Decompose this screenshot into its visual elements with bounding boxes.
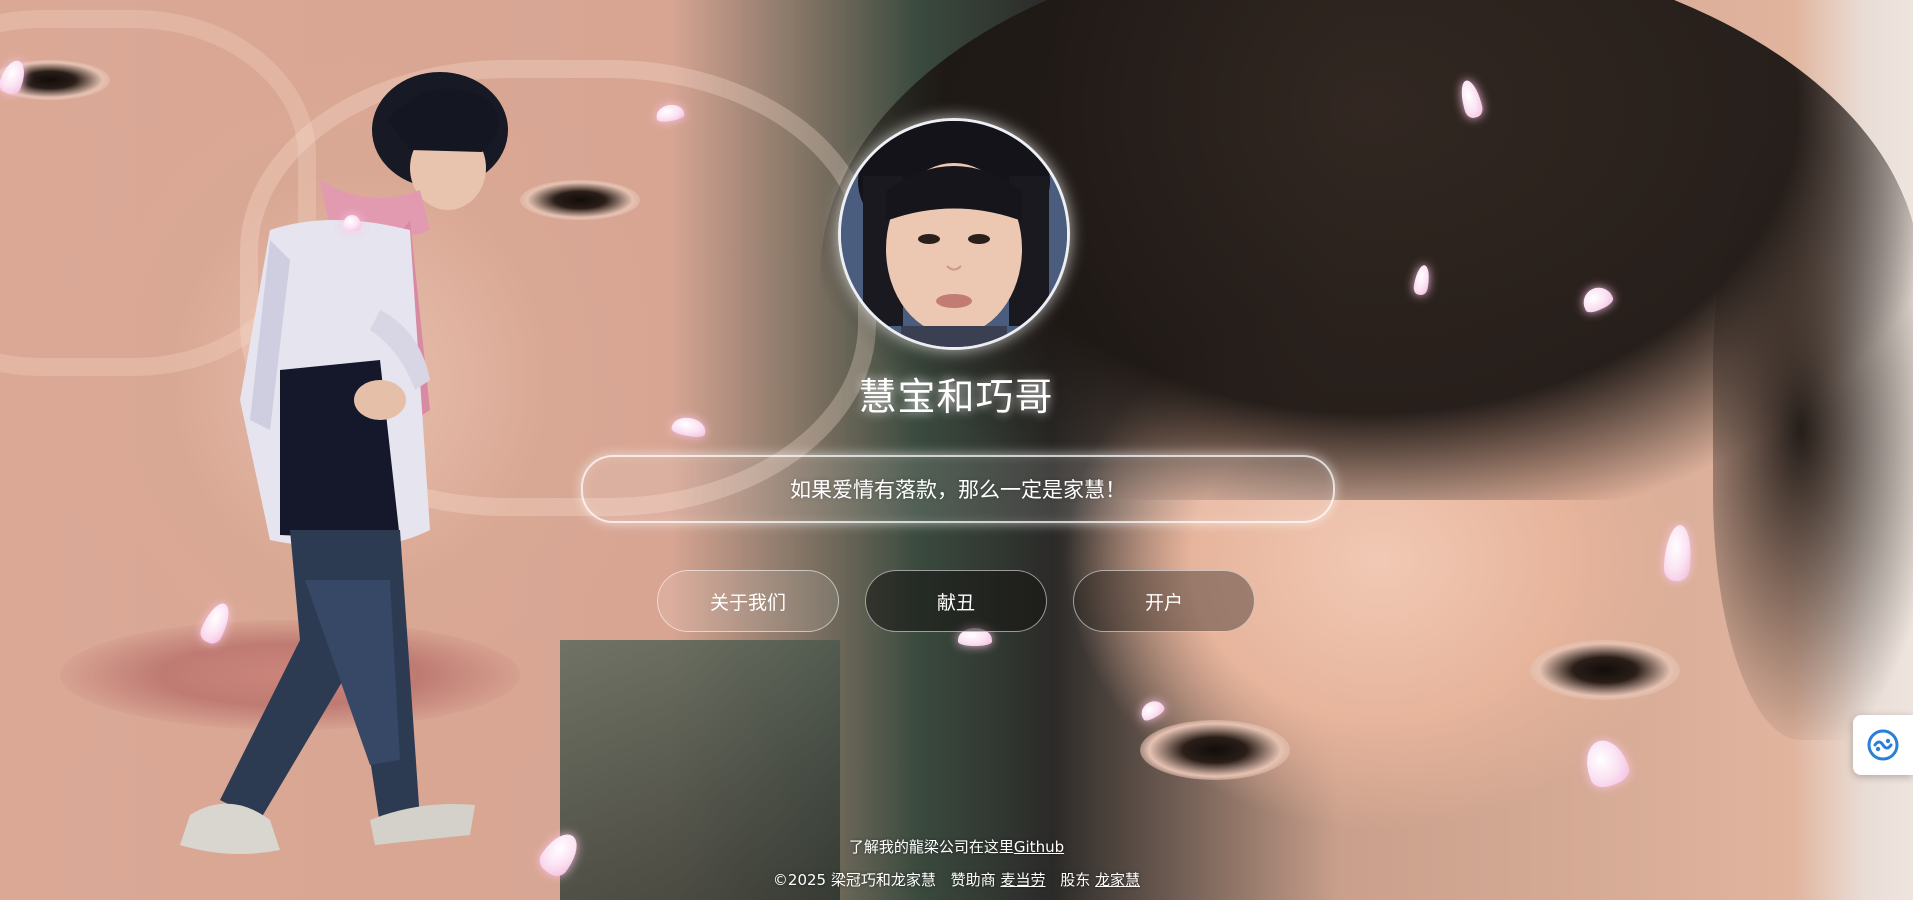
background-eye [1140, 720, 1290, 780]
avatar-portrait [841, 121, 1067, 347]
shareholder-link[interactable]: 龙家慧 [1095, 871, 1140, 889]
footer-github-text: 了解我的龍梁公司在这里 [848, 838, 1014, 856]
footer-github-line: 了解我的龍梁公司在这里Github [0, 836, 1913, 857]
background-eye [520, 180, 640, 220]
slogan-box: 如果爱情有落款，那么一定是家慧！ [581, 455, 1335, 523]
sponsor-label: 赞助商 [950, 871, 996, 889]
walking-person-image [180, 72, 508, 854]
background-window [560, 640, 840, 900]
profile-avatar [838, 118, 1070, 350]
open-account-button[interactable]: 开户 [1073, 570, 1255, 632]
background-eye [1530, 640, 1680, 700]
copyright-text: ©2025 梁冠巧和龙家慧 [772, 871, 936, 889]
petal [343, 215, 361, 231]
about-us-button[interactable]: 关于我们 [657, 570, 839, 632]
background-hair [1713, 120, 1913, 740]
github-link[interactable]: Github [1014, 838, 1064, 856]
showcase-button[interactable]: 献丑 [865, 570, 1047, 632]
footer-copyright-line: ©2025 梁冠巧和龙家慧 赞助商 麦当劳 股东 龙家慧 [0, 869, 1913, 890]
slogan-text: 如果爱情有落款，那么一定是家慧！ [790, 478, 1126, 502]
shareholder-label: 股东 [1060, 871, 1091, 889]
translate-icon [1867, 729, 1899, 761]
side-widget-button[interactable] [1853, 715, 1913, 775]
site-title: 慧宝和巧哥 [858, 375, 1054, 419]
sponsor-link[interactable]: 麦当劳 [1000, 871, 1045, 889]
